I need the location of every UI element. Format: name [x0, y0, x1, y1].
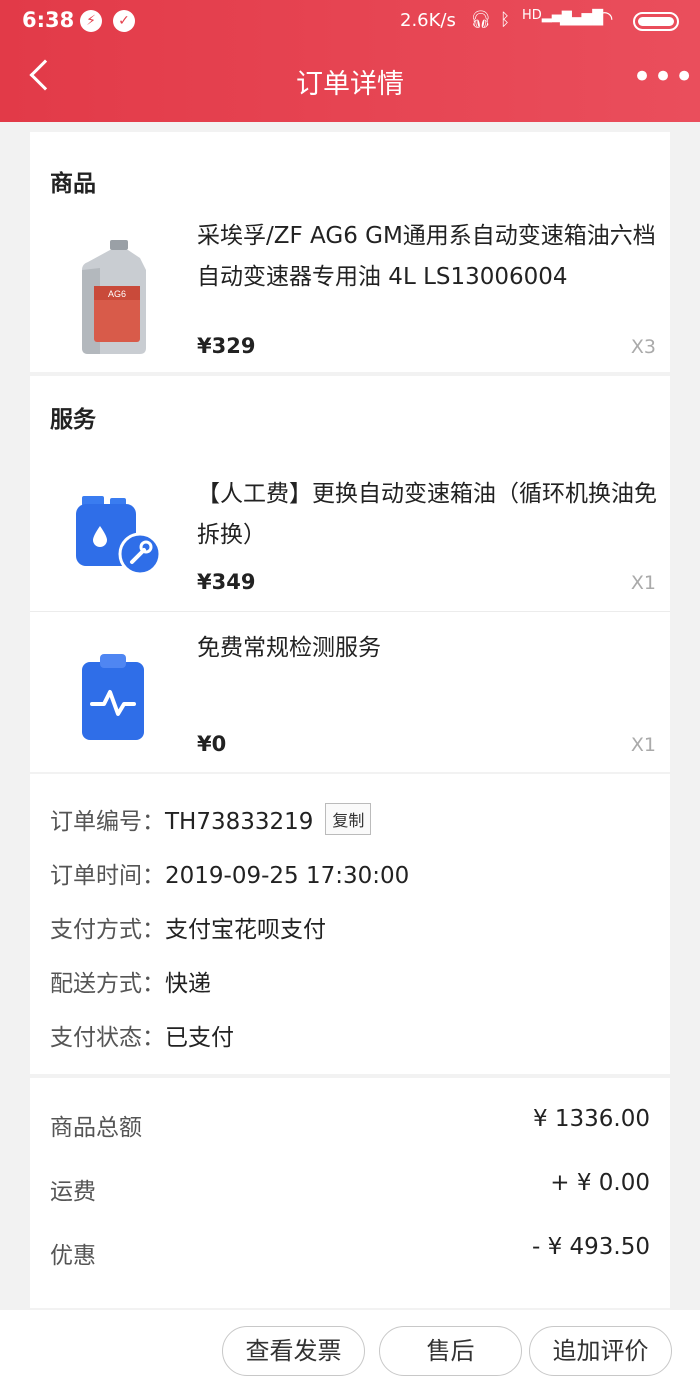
add-review-button[interactable]: 追加评价 — [529, 1326, 672, 1376]
after-sales-button[interactable]: 售后 — [379, 1326, 522, 1376]
shipping-label: 运费 — [50, 1179, 96, 1205]
payment-status-label: 支付状态： — [50, 1025, 165, 1051]
service-name: 免费常规检测服务 — [197, 635, 381, 661]
headphone-icon: 🎧︎ — [470, 10, 492, 30]
product-qty: X3 — [630, 336, 656, 358]
service-qty: X1 — [630, 572, 656, 594]
copy-button[interactable]: 复制 — [325, 803, 372, 835]
discount-row: 优惠 - ¥ 493.50 — [50, 1234, 650, 1270]
subtotal-value: ¥ 1336.00 — [532, 1106, 650, 1132]
view-invoice-button[interactable]: 查看发票 — [222, 1326, 365, 1376]
check-icon: ✓ — [113, 10, 135, 32]
product-item[interactable]: AG6 采埃孚/ZF AG6 GM通用系自动变速箱油六档自动变速器专用油 4L … — [30, 212, 670, 372]
order-time-value: 2019-09-25 17:30:00 — [165, 863, 410, 889]
delivery-method-value: 快递 — [165, 971, 211, 997]
services-card: 服务 【人工费】更换自动变速箱油（循环机换油免拆换） ¥349 X1 免费常规检… — [30, 376, 670, 772]
network-speed: 2.6K/s — [400, 10, 456, 31]
battery-icon — [633, 12, 679, 31]
product-name: 采埃孚/ZF AG6 GM通用系自动变速箱油六档自动变速器专用油 4L LS13… — [197, 223, 656, 290]
subtotal-label: 商品总额 — [50, 1115, 142, 1141]
oil-change-wrench-icon — [76, 496, 162, 576]
clipboard-check-icon — [82, 654, 144, 740]
wifi-icon: ◠ — [596, 6, 614, 30]
bluetooth-icon: ᛒ — [500, 10, 511, 30]
delivery-method-label: 配送方式： — [50, 971, 165, 997]
payment-status-row: 支付状态：已支付 — [50, 1018, 234, 1052]
order-number-value: TH73833219 — [165, 809, 314, 835]
discount-value: - ¥ 493.50 — [531, 1234, 650, 1260]
svg-text:AG6: AG6 — [108, 289, 126, 299]
oil-bottle-image: AG6 — [82, 240, 146, 354]
summary-card: 商品总额 ¥ 1336.00 运费 + ¥ 0.00 优惠 - ¥ 493.50 — [30, 1078, 670, 1308]
services-section-title: 服务 — [50, 407, 96, 433]
service-name: 【人工费】更换自动变速箱油（循环机换油免拆换） — [197, 481, 657, 548]
order-info-card: 订单编号：TH73833219 复制 订单时间：2019-09-25 17:30:… — [30, 774, 670, 1074]
status-time: 6:38 — [22, 8, 75, 32]
service-item-oil-change[interactable]: 【人工费】更换自动变速箱油（循环机换油免拆换） ¥349 X1 — [30, 456, 670, 611]
page-title: 订单详情 — [296, 69, 404, 100]
nav-bar: 订单详情 ••• — [0, 42, 700, 122]
service-price: ¥349 — [197, 570, 256, 594]
shipping-row: 运费 + ¥ 0.00 — [50, 1170, 650, 1206]
products-section-title: 商品 — [50, 171, 96, 197]
service-qty: X1 — [630, 734, 656, 756]
service-price: ¥0 — [197, 732, 227, 756]
product-price: ¥329 — [197, 334, 256, 358]
order-number-label: 订单编号： — [50, 809, 165, 835]
order-time-label: 订单时间： — [50, 863, 165, 889]
header: 6:38 ⚡ ✓ 2.6K/s 🎧︎ ᛒ HD▂▄▆ ▂▄▆█ ◠ 订单详情 •… — [0, 0, 700, 122]
payment-method-label: 支付方式： — [50, 917, 165, 943]
bottom-action-bar: 查看发票 售后 追加评价 — [0, 1310, 700, 1400]
payment-status-value: 已支付 — [165, 1025, 234, 1051]
products-card: 商品 AG6 采埃孚/ZF AG6 GM通用系自动变速箱油六档自动变速器专用油 … — [30, 132, 670, 372]
status-bar: 6:38 ⚡ ✓ 2.6K/s 🎧︎ ᛒ HD▂▄▆ ▂▄▆█ ◠ — [0, 0, 700, 42]
more-icon[interactable]: ••• — [632, 60, 695, 94]
delivery-method-row: 配送方式：快递 — [50, 964, 211, 998]
shield-icon: ⚡ — [80, 10, 102, 32]
service-item-inspection[interactable]: 免费常规检测服务 ¥0 X1 — [30, 612, 670, 772]
subtotal-row: 商品总额 ¥ 1336.00 — [50, 1106, 650, 1142]
order-number-row: 订单编号：TH73833219 复制 — [50, 802, 372, 836]
discount-label: 优惠 — [50, 1243, 96, 1269]
order-time-row: 订单时间：2019-09-25 17:30:00 — [50, 856, 409, 890]
payment-method-value: 支付宝花呗支付 — [165, 917, 326, 943]
payment-method-row: 支付方式：支付宝花呗支付 — [50, 910, 326, 944]
shipping-value: + ¥ 0.00 — [550, 1170, 650, 1196]
